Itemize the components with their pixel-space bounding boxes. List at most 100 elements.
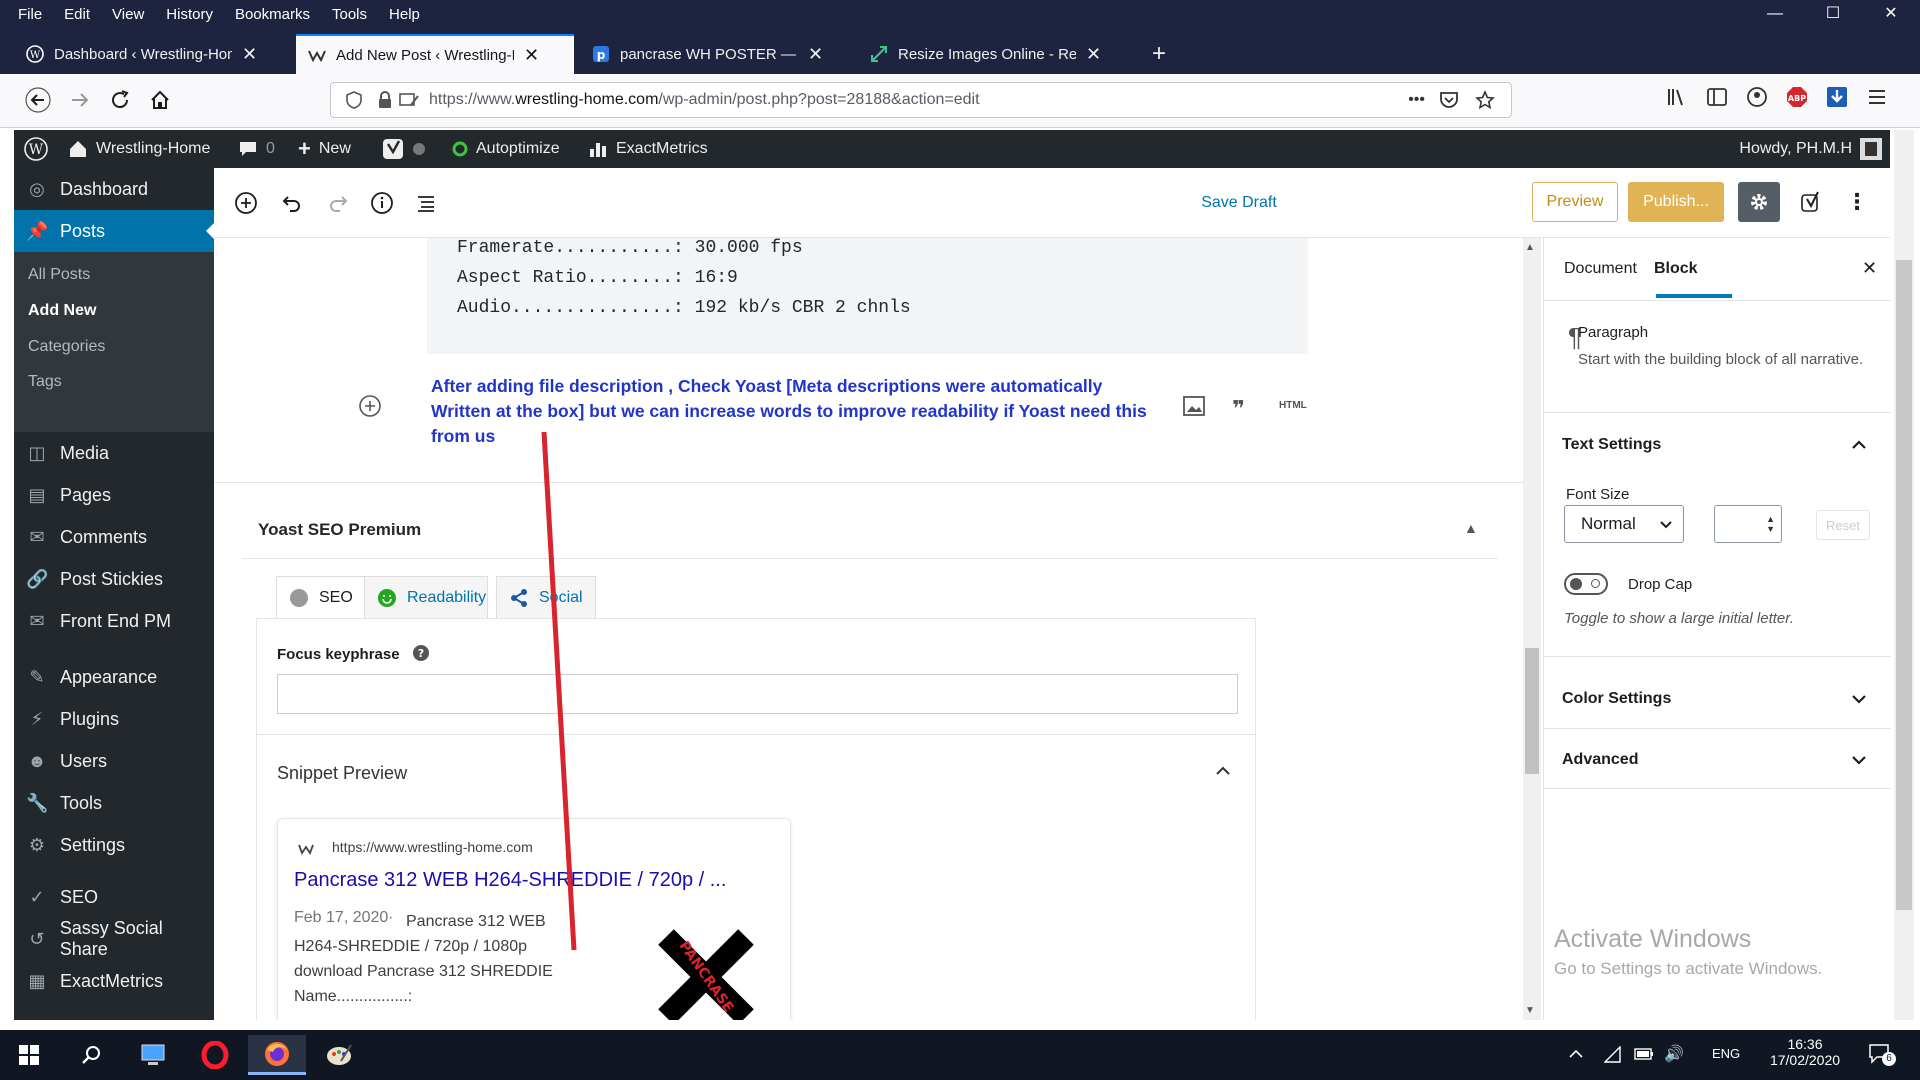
submenu-tags[interactable]: Tags [28, 373, 62, 391]
font-size-select[interactable]: Normal [1564, 505, 1684, 543]
submenu-all-posts[interactable]: All Posts [28, 266, 90, 284]
download-icon[interactable] [1826, 86, 1848, 108]
new-tab-icon[interactable]: + [1140, 34, 1180, 74]
adblock-icon[interactable]: ABP [1786, 86, 1808, 108]
text-settings-title[interactable]: Text Settings [1562, 436, 1661, 454]
close-tab-icon[interactable]: ✕ [524, 45, 539, 66]
battery-icon[interactable] [1634, 1047, 1654, 1061]
submenu-categories[interactable]: Categories [28, 338, 105, 356]
sidebar-item-exactmetrics[interactable]: ▦ ExactMetrics [14, 960, 214, 1002]
close-tab-icon[interactable]: ✕ [1086, 44, 1101, 65]
close-window-icon[interactable]: ✕ [1862, 0, 1920, 28]
close-tab-icon[interactable]: ✕ [242, 44, 257, 65]
content-scrollbar[interactable]: ▲ ▼ [1523, 238, 1541, 1020]
reset-button[interactable]: Reset [1816, 510, 1870, 540]
tab-document[interactable]: Document [1564, 260, 1637, 278]
settings-gear-icon[interactable] [1738, 182, 1780, 222]
custom-size-input[interactable]: ▲ ▼ [1714, 505, 1782, 543]
url-bar[interactable]: https://www.wrestling-home.com/wp-admin/… [330, 82, 1512, 118]
sidebar-item-sassy-social-share[interactable]: ↺ Sassy Social Share [14, 918, 214, 960]
volume-icon[interactable]: 🔊 [1664, 1044, 1684, 1064]
scroll-up-icon[interactable]: ▲ [1525, 242, 1535, 253]
tray-chevron-up-icon[interactable] [1568, 1046, 1584, 1062]
exactmetrics-link[interactable]: ExactMetrics [588, 130, 708, 168]
menu-file[interactable]: File [14, 1, 46, 28]
sidebar-item-plugins[interactable]: ⚡ Plugins [14, 698, 214, 740]
info-icon[interactable] [366, 187, 398, 219]
wp-logo-icon[interactable]: W [24, 130, 48, 168]
sidebar-item-seo[interactable]: ✓ SEO [14, 876, 214, 918]
tab-resize-images[interactable]: Resize Images Online - Reduce ✕ [858, 34, 1134, 74]
menu-help[interactable]: Help [385, 1, 424, 28]
yoast-sidebar-icon[interactable] [1792, 182, 1832, 222]
library-icon[interactable] [1666, 86, 1688, 108]
yoast-bar-icon[interactable] [382, 130, 426, 168]
this-pc-icon[interactable] [124, 1035, 182, 1075]
clock[interactable]: 16:36 17/02/2020 [1760, 1036, 1850, 1068]
sidebar-item-dashboard[interactable]: ◎ Dashboard [14, 168, 214, 210]
new-content-link[interactable]: + New [298, 130, 351, 168]
undo-icon[interactable] [276, 187, 308, 219]
page-actions-icon[interactable]: ••• [1408, 91, 1425, 109]
menu-tools[interactable]: Tools [328, 1, 371, 28]
menu-history[interactable]: History [162, 1, 217, 28]
permissions-icon[interactable] [399, 91, 419, 109]
menu-edit[interactable]: Edit [60, 1, 94, 28]
menu-bookmarks[interactable]: Bookmarks [231, 1, 314, 28]
pocket-icon[interactable] [1439, 90, 1459, 110]
scroll-down-icon[interactable]: ▼ [1525, 1005, 1535, 1016]
comments-link[interactable]: 0 [238, 130, 275, 168]
sidebar-item-post-stickies[interactable]: 🔗 Post Stickies [14, 558, 214, 600]
tab-dashboard[interactable]: W Dashboard ‹ Wrestling-Home — ✕ [14, 34, 290, 74]
hamburger-menu-icon[interactable] [1866, 86, 1888, 108]
windows-start-icon[interactable] [0, 1035, 58, 1075]
back-icon[interactable] [22, 84, 54, 116]
opera-icon[interactable] [186, 1035, 244, 1075]
firefox-icon[interactable] [248, 1035, 306, 1075]
sidebar-item-settings[interactable]: ⚙ Settings [14, 824, 214, 866]
preview-button[interactable]: Preview [1532, 182, 1618, 222]
color-settings-title[interactable]: Color Settings [1562, 690, 1671, 708]
minimize-icon[interactable]: — [1746, 0, 1804, 28]
shield-icon[interactable] [345, 91, 363, 109]
scroll-thumb[interactable] [1525, 648, 1539, 774]
drop-cap-toggle[interactable] [1564, 573, 1608, 595]
add-block-icon[interactable] [230, 187, 262, 219]
sidebar-icon[interactable] [1706, 86, 1728, 108]
publish-button[interactable]: Publish... [1628, 182, 1724, 222]
maximize-icon[interactable]: ☐ [1804, 0, 1862, 28]
stepper-icon[interactable]: ▲ ▼ [1766, 514, 1775, 534]
sidebar-item-front-end-pm[interactable]: ✉ Front End PM [14, 600, 214, 642]
sidebar-item-comments[interactable]: ✉ Comments [14, 516, 214, 558]
notifications-icon[interactable]: 6 [1868, 1042, 1896, 1066]
tab-add-new-post[interactable]: Add New Post ‹ Wrestling-Hom ✕ [296, 34, 574, 74]
search-icon[interactable] [62, 1035, 120, 1075]
page-scroll-thumb[interactable] [1896, 260, 1912, 910]
block-navigation-icon[interactable] [410, 187, 442, 219]
chevron-down-icon[interactable] [1850, 751, 1868, 769]
account-menu[interactable]: Howdy, PH.M.H [1739, 130, 1882, 168]
submenu-add-new[interactable]: Add New [28, 302, 96, 320]
language-indicator[interactable]: ENG [1712, 1046, 1740, 1061]
paint-icon[interactable] [310, 1035, 368, 1075]
account-icon[interactable] [1746, 86, 1768, 108]
sidebar-item-users[interactable]: ☻ Users [14, 740, 214, 782]
redo-icon[interactable] [322, 187, 354, 219]
sidebar-item-posts[interactable]: 📌 Posts [14, 210, 214, 252]
site-name-link[interactable]: Wrestling-Home [68, 130, 210, 168]
advanced-title[interactable]: Advanced [1562, 751, 1638, 769]
close-icon[interactable]: ✕ [1862, 258, 1877, 279]
tab-pancrase-poster[interactable]: p pancrase WH POSTER — Postin ✕ [580, 34, 856, 74]
page-scrollbar[interactable] [1894, 130, 1914, 1020]
save-draft-button[interactable]: Save Draft [1194, 186, 1284, 220]
more-options-icon[interactable]: ⋮ [1842, 182, 1872, 222]
autoptimize-link[interactable]: Autoptimize [452, 130, 560, 168]
sidebar-item-tools[interactable]: 🔧 Tools [14, 782, 214, 824]
home-icon[interactable] [144, 84, 176, 116]
tab-block[interactable]: Block [1654, 260, 1698, 278]
close-tab-icon[interactable]: ✕ [808, 44, 823, 65]
sidebar-item-pages[interactable]: ▤ Pages [14, 474, 214, 516]
lock-icon[interactable] [377, 91, 393, 109]
sidebar-item-appearance[interactable]: ✎ Appearance [14, 656, 214, 698]
star-icon[interactable] [1475, 90, 1495, 110]
